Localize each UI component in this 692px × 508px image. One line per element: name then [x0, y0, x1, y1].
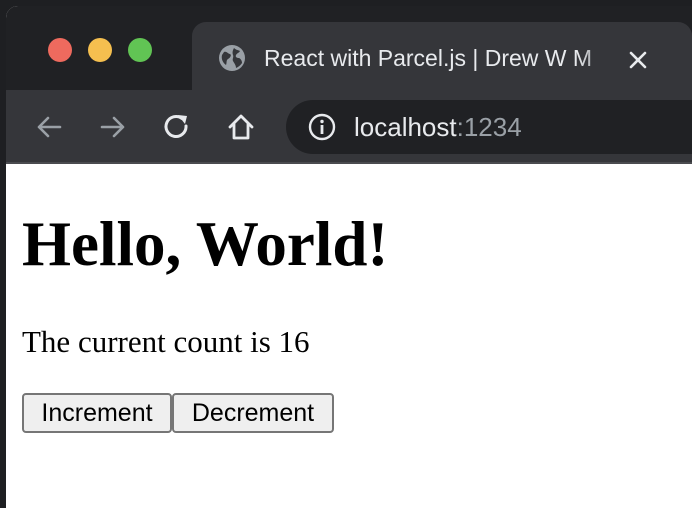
address-bar[interactable]: localhost:1234 — [286, 100, 692, 154]
close-icon[interactable] — [626, 48, 650, 72]
url-text[interactable]: localhost:1234 — [354, 110, 522, 144]
minimize-window-button[interactable] — [88, 38, 112, 62]
maximize-window-button[interactable] — [128, 38, 152, 62]
arrow-left-icon[interactable] — [34, 112, 64, 142]
decrement-button[interactable]: Decrement — [172, 393, 334, 433]
browser-tab[interactable]: React with Parcel.js | Drew W M — [192, 22, 692, 90]
url-host: localhost — [354, 112, 457, 142]
reload-icon[interactable] — [162, 112, 192, 142]
tab-title: React with Parcel.js | Drew W M — [264, 45, 593, 71]
browser-window: React with Parcel.js | Drew W M localhos… — [6, 6, 692, 508]
arrow-right-icon[interactable] — [98, 112, 128, 142]
globe-icon — [218, 44, 246, 72]
page-title: Hello, World! — [22, 209, 389, 279]
count-text: The current count is 16 — [22, 324, 310, 359]
home-icon[interactable] — [226, 112, 256, 142]
close-window-button[interactable] — [48, 38, 72, 62]
title-bar: React with Parcel.js | Drew W M — [6, 6, 692, 90]
info-icon[interactable] — [308, 113, 336, 141]
increment-button[interactable]: Increment — [22, 393, 172, 433]
page-content: Hello, World! The current count is 16 In… — [6, 164, 692, 508]
url-port: :1234 — [456, 112, 522, 142]
browser-toolbar: localhost:1234 — [6, 90, 692, 164]
